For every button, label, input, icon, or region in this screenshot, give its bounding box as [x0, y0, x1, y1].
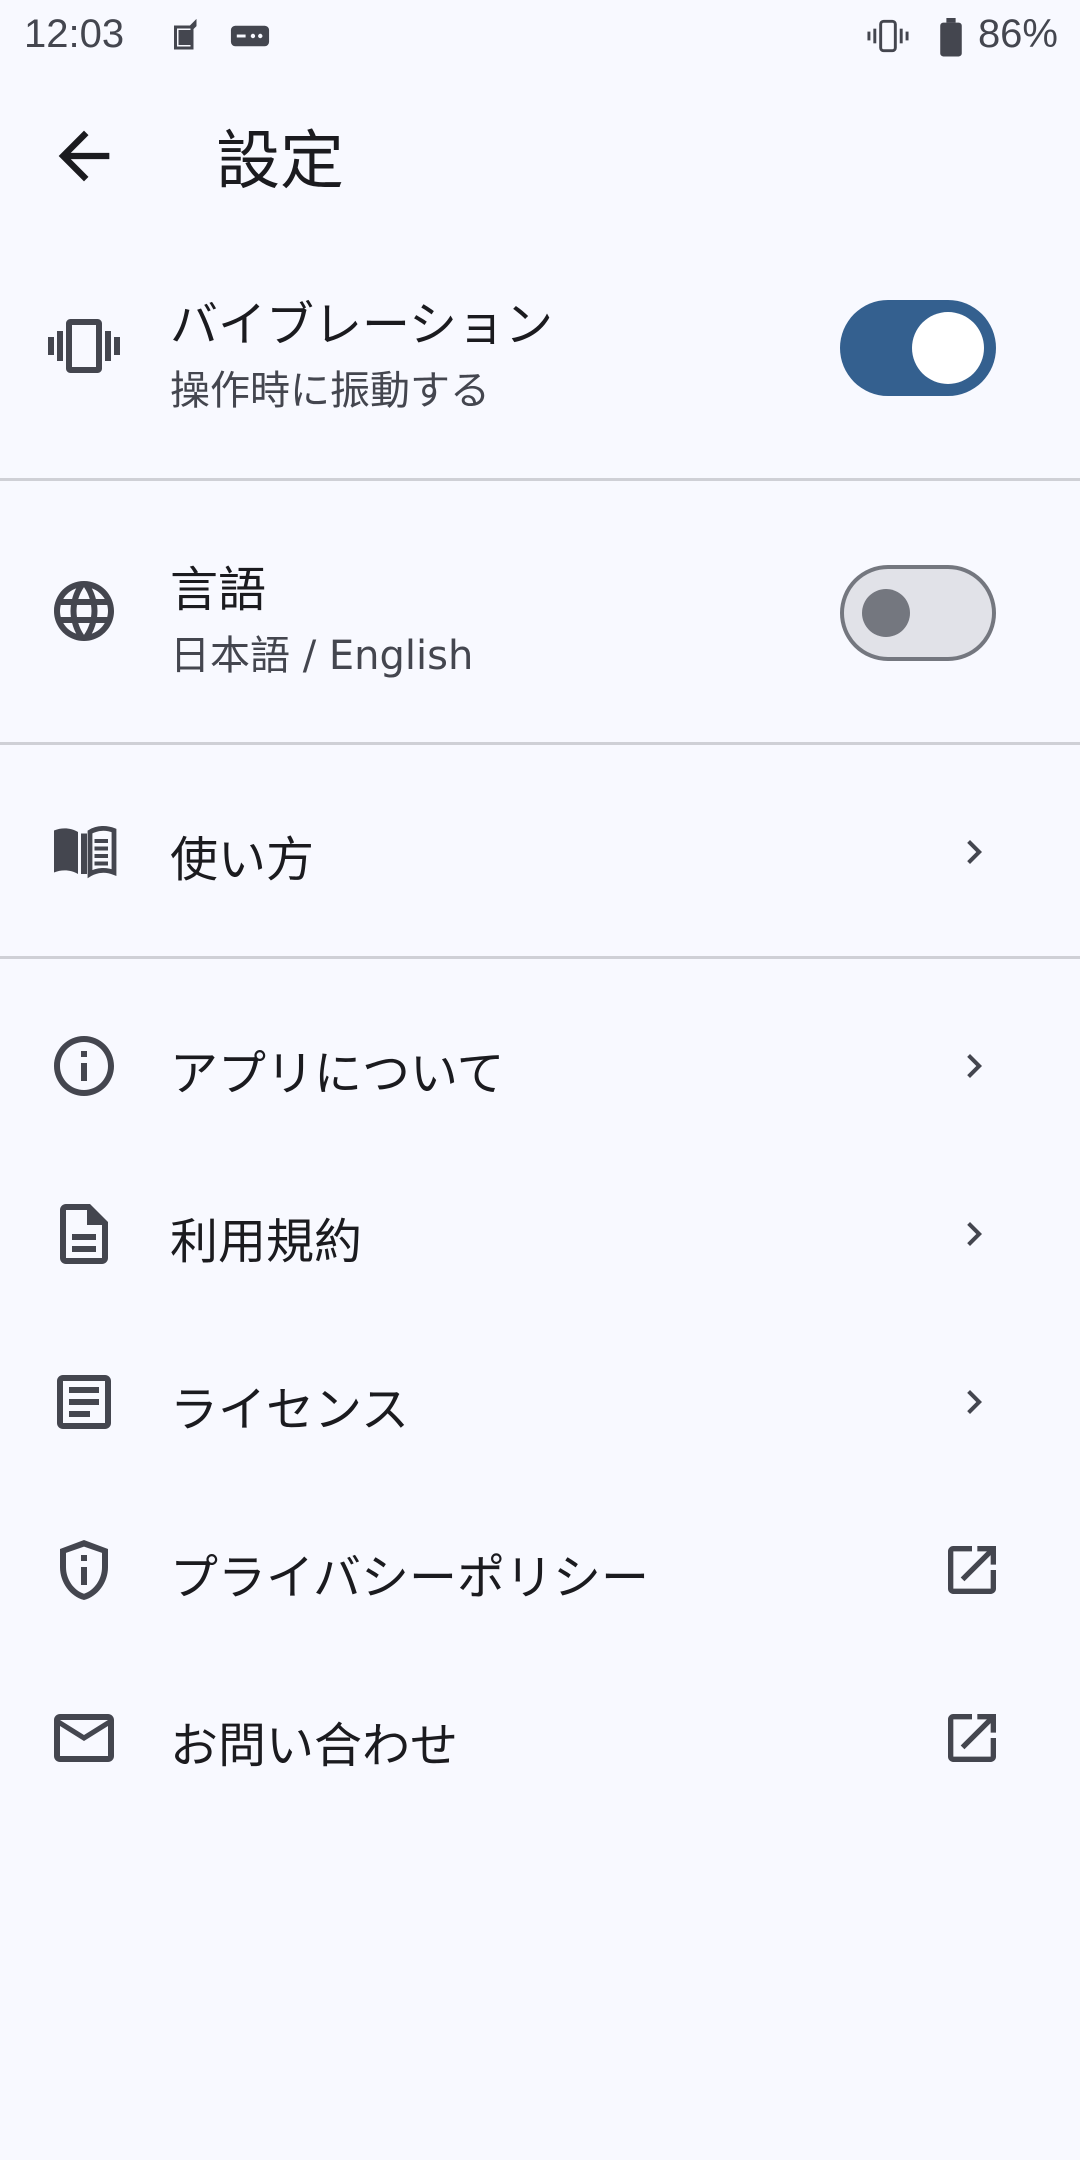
shield-info-icon [48, 1534, 120, 1606]
vibration-icon [48, 310, 120, 382]
chevron-right-icon [950, 1042, 998, 1090]
back-button[interactable] [46, 118, 122, 194]
status-time: 12:03 [24, 12, 125, 56]
status-bar: 12:03 86% [0, 0, 1080, 72]
language-title: 言語 [170, 562, 267, 618]
vibration-title: バイブレーション [170, 297, 554, 353]
app-notification-icon [168, 18, 204, 58]
toggle-thumb [912, 312, 984, 384]
chevron-right-icon [950, 828, 998, 876]
language-subtitle: 日本語 / English [170, 633, 474, 679]
open-in-new-icon [940, 1706, 1004, 1770]
page-title: 設定 [216, 125, 344, 199]
open-in-new-icon [940, 1538, 1004, 1602]
divider [0, 742, 1080, 745]
battery-percent: 86% [977, 12, 1058, 56]
privacy-policy-row[interactable]: プライバシーポリシー [0, 1494, 1080, 1644]
article-icon [48, 1366, 120, 1438]
chevron-right-icon [950, 1210, 998, 1258]
globe-icon [48, 575, 120, 647]
contact-row[interactable]: お問い合わせ [0, 1662, 1080, 1812]
vibrate-icon [866, 18, 910, 58]
vibration-subtitle: 操作時に振動する [170, 368, 490, 414]
battery-icon [938, 18, 964, 62]
book-icon [48, 814, 120, 886]
terms-title: 利用規約 [170, 1214, 363, 1270]
chevron-right-icon [950, 1378, 998, 1426]
language-setting-row[interactable]: 言語 日本語 / English [0, 535, 1080, 735]
toggle-thumb [862, 589, 910, 637]
terms-row[interactable]: 利用規約 [0, 1158, 1080, 1308]
game-controller-icon [228, 18, 272, 58]
contact-title: お問い合わせ [170, 1718, 459, 1774]
arrow-back-icon [58, 130, 110, 182]
vibration-setting-row[interactable]: バイブレーション 操作時に振動する [0, 270, 1080, 470]
about-title: アプリについて [170, 1046, 505, 1102]
how-to-use-title: 使い方 [170, 832, 315, 888]
vibration-toggle[interactable] [840, 300, 996, 396]
app-bar: 設定 [0, 90, 1080, 220]
mail-icon [48, 1702, 120, 1774]
license-row[interactable]: ライセンス [0, 1326, 1080, 1476]
language-toggle[interactable] [840, 565, 996, 661]
divider [0, 956, 1080, 959]
about-row[interactable]: アプリについて [0, 990, 1080, 1140]
license-title: ライセンス [170, 1382, 410, 1438]
document-icon [48, 1198, 120, 1270]
privacy-policy-title: プライバシーポリシー [170, 1550, 650, 1606]
how-to-use-row[interactable]: 使い方 [0, 770, 1080, 930]
info-icon [48, 1030, 120, 1102]
divider [0, 478, 1080, 481]
